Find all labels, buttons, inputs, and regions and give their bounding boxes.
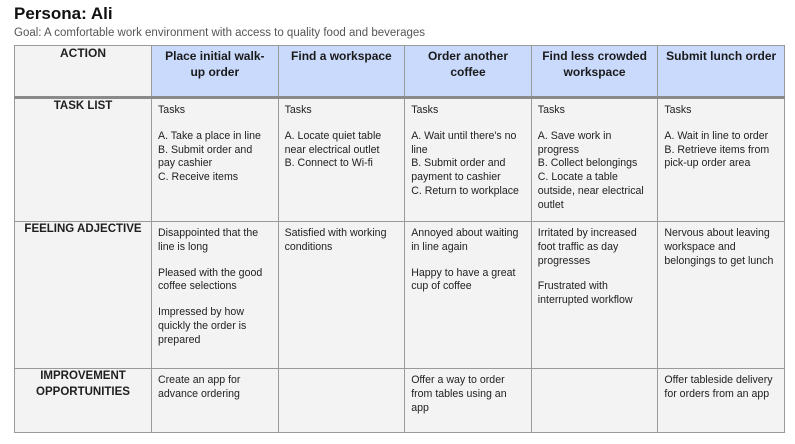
cell-paragraph: Tasks	[537, 104, 565, 116]
cell-paragraph: Tasks	[664, 104, 692, 116]
journey-map-table: ACTION Place initial walk-up order Find …	[14, 45, 785, 433]
feeling-adjective-cell-1: Disappointed that the line is long Please…	[151, 221, 279, 369]
improvement-opportunities-label: IMPROVEMENT OPPORTUNITIES	[14, 368, 152, 433]
action-corner-label: ACTION	[14, 45, 152, 99]
improvement-opportunities-cell-2	[277, 368, 406, 433]
cell-paragraph: Tasks	[158, 104, 186, 116]
feeling-adjective-cell-4: Irritated by increased foot traffic as d…	[530, 221, 659, 369]
cell-paragraph: Irritated by increased foot traffic as d…	[537, 227, 637, 267]
task-list-cell-1: Tasks A. Take a place in line B. Submit or…	[151, 96, 279, 222]
improvement-opportunities-cell-1: Create an app for advance ordering	[151, 368, 279, 433]
cell-paragraph: Happy to have a great cup of coffee	[411, 266, 516, 293]
persona-title: Persona: Ali	[14, 4, 113, 23]
improvement-opportunities-row: IMPROVEMENT OPPORTUNITIES Create an app f…	[14, 368, 785, 433]
task-list-cell-5: Tasks A. Wait in line to order B. Retrieve…	[657, 96, 785, 222]
step-header-4: Find less crowded workspace	[530, 45, 659, 99]
cell-paragraph: A. Take a place in line B. Submit order a…	[158, 129, 261, 184]
cell-paragraph: Satisfied with working conditions	[284, 227, 387, 253]
cell-paragraph: A. Locate quiet table near electrical ou…	[284, 129, 382, 170]
cell-paragraph: Create an app for advance ordering	[158, 374, 241, 400]
cell-paragraph: Annoyed about waiting in line again	[411, 227, 519, 253]
step-header-2: Find a workspace	[277, 45, 406, 99]
cell-paragraph: Offer tableside delivery for orders from…	[664, 374, 773, 400]
cell-paragraph: A. Save work in progress B. Collect belon…	[537, 129, 644, 211]
feeling-adjective-row: FEELING ADJECTIVE Disappointed that the l…	[14, 221, 785, 369]
task-list-cell-2: Tasks A. Locate quiet table near electric…	[277, 96, 406, 222]
task-list-label: TASK LIST	[14, 96, 152, 222]
feeling-adjective-cell-3: Annoyed about waiting in line again Happy…	[404, 221, 532, 369]
cell-paragraph: Tasks	[411, 104, 439, 116]
improvement-opportunities-cell-3: Offer a way to order from tables using a…	[404, 368, 532, 433]
feeling-adjective-cell-5: Nervous about leaving workspace and belo…	[657, 221, 785, 369]
task-list-cell-4: Tasks A. Save work in progress B. Collect …	[530, 96, 659, 222]
cell-paragraph: Pleased with the good coffee selections	[158, 266, 263, 293]
action-header-row: ACTION Place initial walk-up order Find …	[14, 45, 785, 99]
cell-paragraph: Frustrated with interrupted workflow	[537, 280, 633, 307]
persona-goal: Goal: A comfortable work environment wit…	[14, 27, 426, 39]
feeling-adjective-cell-2: Satisfied with working conditions	[277, 221, 406, 369]
improvement-opportunities-cell-4	[530, 368, 659, 433]
step-header-3: Order another coffee	[404, 45, 532, 99]
cell-paragraph: Tasks	[284, 104, 312, 116]
cell-paragraph: Disappointed that the line is long	[158, 227, 259, 253]
task-list-cell-3: Tasks A. Wait until there's no line B. Sub…	[404, 96, 532, 222]
improvement-opportunities-cell-5: Offer tableside delivery for orders from…	[657, 368, 785, 433]
step-header-5: Submit lunch order	[657, 45, 785, 99]
cell-paragraph: A. Wait in line to order B. Retrieve item…	[664, 129, 770, 170]
cell-paragraph: Offer a way to order from tables using a…	[411, 374, 507, 414]
cell-paragraph: A. Wait until there's no line B. Submit o…	[411, 129, 519, 197]
task-list-row: TASK LIST Tasks A. Take a place in line B. …	[14, 96, 785, 222]
step-header-1: Place initial walk-up order	[151, 45, 279, 99]
cell-paragraph: Impressed by how quickly the order is pr…	[158, 306, 247, 346]
feeling-adjective-label: FEELING ADJECTIVE	[14, 221, 152, 369]
cell-paragraph: Nervous about leaving workspace and belo…	[664, 227, 774, 267]
